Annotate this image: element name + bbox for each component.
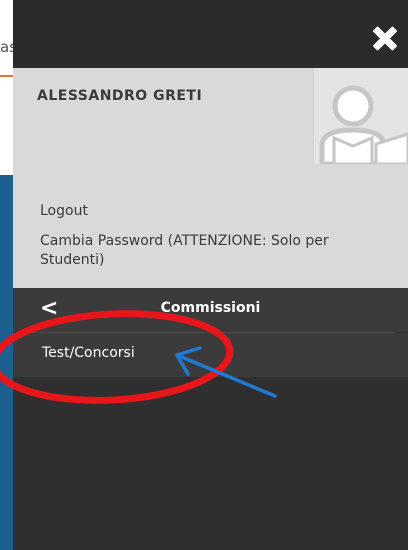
drawer-empty-area <box>13 377 408 550</box>
menu-item-label: Test/Concorsi <box>42 345 135 361</box>
logout-link[interactable]: Logout <box>40 202 88 221</box>
menu-item-test-concorsi[interactable]: Test/Concorsi <box>13 333 408 377</box>
section-header-commissioni: < Commissioni <box>13 288 408 332</box>
drawer-top-bar <box>13 0 408 68</box>
change-password-link[interactable]: Cambia Password (ATTENZIONE: Solo per St… <box>40 232 380 270</box>
user-avatar-icon <box>313 68 408 164</box>
section-title: Commissioni <box>160 300 261 316</box>
user-name: ALESSANDRO GRETI <box>37 88 203 104</box>
close-icon[interactable] <box>370 24 400 54</box>
user-profile-panel: ALESSANDRO GRETI Logout Cambia Password … <box>13 68 408 288</box>
side-drawer: ALESSANDRO GRETI Logout Cambia Password … <box>13 0 408 550</box>
